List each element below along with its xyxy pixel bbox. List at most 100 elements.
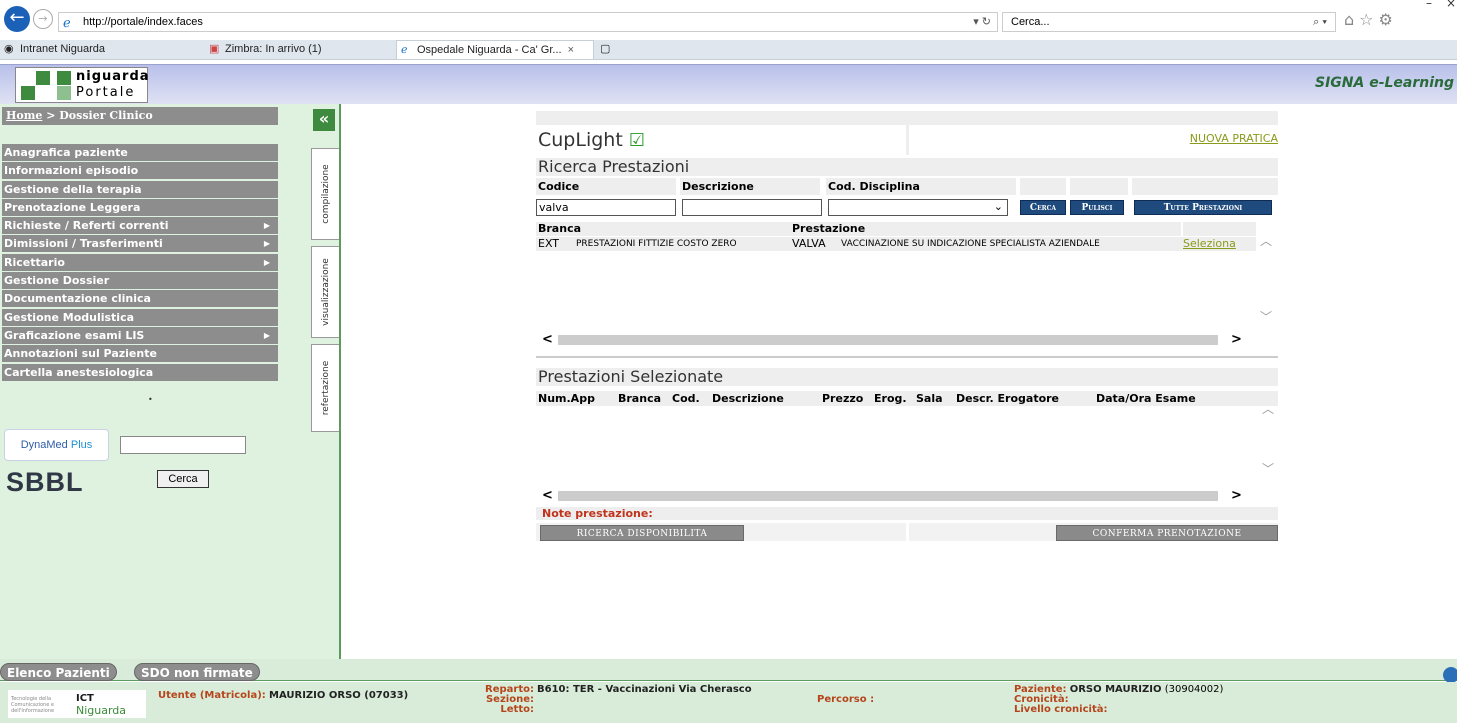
sidebar-item-ricettario[interactable]: Ricettario ▶ — [2, 253, 278, 271]
title-text: CupLight — [538, 129, 623, 151]
tab-ospedale[interactable]: ℯ Ospedale Niguarda - Ca' Gr... × — [396, 40, 594, 59]
forward-arrow-icon[interactable]: → — [33, 9, 53, 29]
search-icon[interactable]: ⌕ ▾ — [1313, 13, 1327, 31]
back-arrow-icon[interactable]: ← — [4, 6, 30, 32]
close-icon[interactable]: × — [1446, 0, 1457, 10]
tab-refertazione[interactable]: refertazione — [311, 344, 339, 432]
collapse-sidebar-icon[interactable]: « — [313, 109, 335, 131]
codice-input[interactable]: valva — [536, 199, 676, 216]
table-row: EXT PRESTAZIONI FITTIZIE COSTO ZERO VALV… — [536, 237, 1256, 251]
sidebar-menu: Anagrafica paziente Informazioni episodi… — [2, 144, 278, 382]
ricerca-disponibilita-button[interactable]: RICERCA DISPONIBILITA — [540, 525, 744, 541]
selezionate-section-title: Prestazioni Selezionate — [536, 368, 1278, 386]
dynamed-search-input[interactable] — [120, 436, 246, 454]
results-table: Branca Prestazione EXT PRESTAZIONI FITTI… — [536, 222, 1278, 348]
ie-page-icon: ℯ — [63, 15, 71, 30]
sidebar-item-anagrafica[interactable]: Anagrafica paziente — [2, 144, 278, 161]
descrizione-input[interactable] — [682, 199, 822, 216]
dynamed-logo[interactable]: DynaMed Plus — [4, 429, 109, 461]
seleziona-link[interactable]: Seleziona — [1183, 237, 1236, 251]
horizontal-scrollbar[interactable]: < > — [536, 332, 1278, 348]
refresh-icon[interactable]: ▾ ↻ — [973, 13, 991, 31]
new-tab-button[interactable]: ▢ — [596, 40, 616, 59]
elenco-pazienti-tab[interactable]: Elenco Pazienti — [0, 663, 117, 681]
scroll-up-icon[interactable]: ︿ — [1262, 400, 1278, 417]
sbbl-logo: SBBL — [6, 467, 84, 497]
sidebar-item-modulistica[interactable]: Gestione Modulistica — [2, 308, 278, 326]
scroll-right-icon[interactable]: > — [1231, 332, 1242, 347]
search-form: Codice Descrizione Cod. Disciplina valva… — [536, 178, 1278, 218]
dynamed-text: DynaMed — [20, 439, 68, 451]
tutte-prestazioni-button[interactable]: Tutte Prestazioni — [1134, 200, 1272, 215]
scroll-track[interactable] — [558, 335, 1218, 345]
logo-square — [36, 71, 50, 85]
cerca-button[interactable]: Cerca — [1020, 200, 1066, 215]
browser-search-input[interactable]: Cerca... ⌕ ▾ — [1002, 12, 1336, 32]
pulisci-button[interactable]: Pulisci — [1070, 200, 1124, 215]
gear-icon[interactable]: ⚙ — [1379, 10, 1398, 29]
livello-label: Livello cronicità: — [1014, 704, 1108, 715]
sidebar-item-prenotazione[interactable]: Prenotazione Leggera — [2, 198, 278, 216]
breadcrumb-home-link[interactable]: Home — [6, 109, 42, 122]
separator-dot: • — [148, 395, 153, 404]
favorites-star-icon[interactable]: ☆ — [1359, 10, 1378, 29]
sdo-non-firmate-tab[interactable]: SDO non firmate — [134, 663, 260, 681]
tab-label: Ospedale Niguarda - Ca' Gr... — [417, 44, 562, 56]
scroll-track[interactable] — [558, 491, 1218, 501]
col-sala: Sala — [916, 392, 943, 405]
sbbl-search-button[interactable]: Cerca — [157, 470, 209, 488]
sidebar-item-cartella[interactable]: Cartella anestesiologica — [2, 363, 278, 381]
sidebar-item-terapia[interactable]: Gestione della terapia — [2, 180, 278, 198]
sidebar-item-dimissioni[interactable]: Dimissioni / Trasferimenti ▶ — [2, 235, 278, 253]
sidebar-item-informazioni[interactable]: Informazioni episodio — [2, 162, 278, 180]
tab-intranet[interactable]: ◉ Intranet Niguarda — [0, 40, 195, 59]
header-filler — [1132, 178, 1278, 195]
signa-elearning-logo[interactable]: SIGNA e-Learning ❯ — [1315, 75, 1457, 91]
dynamed-plus-text: Plus — [70, 439, 93, 451]
menu-label: Graficazione esami LIS — [4, 328, 145, 342]
menu-label: Prenotazione Leggera — [4, 200, 141, 214]
codice-header: Codice — [536, 178, 676, 195]
prestazione-desc: VACCINAZIONE SU INDICAZIONE SPECIALISTA … — [841, 239, 1100, 249]
scroll-left-icon[interactable]: < — [542, 332, 553, 347]
minimize-icon[interactable]: – — [1426, 0, 1446, 10]
sidebar-item-richieste[interactable]: Richieste / Referti correnti ▶ — [2, 217, 278, 235]
reparto-text: B610: TER - Vaccinazioni Via Cherasco — [537, 684, 752, 695]
footer-tabs: Elenco Pazienti SDO non firmate — [0, 659, 1457, 683]
header-divider — [906, 125, 909, 155]
paziente-name: ORSO MAURIZIO — [1069, 684, 1162, 695]
home-icon[interactable]: ⌂ — [1344, 10, 1359, 29]
disciplina-select[interactable]: ⌄ — [828, 199, 1008, 216]
tab-zimbra[interactable]: ▣ Zimbra: In arrivo (1) — [205, 40, 395, 59]
conferma-prenotazione-button[interactable]: CONFERMA PRENOTAZIONE — [1056, 525, 1278, 541]
browser-toolbar: ← → ℯ http://portale/index.faces ▾ ↻ Cer… — [0, 0, 1457, 40]
cuplight-header: CupLight ☑ NUOVA PRATICA — [536, 125, 1278, 155]
portal-banner: niguarda Portale SIGNA e-Learning ❯ — [0, 64, 1457, 104]
logo-square — [57, 71, 71, 85]
tab-compilazione[interactable]: compilazione — [311, 148, 339, 240]
close-tab-icon[interactable]: × — [568, 44, 574, 56]
help-icon[interactable] — [1443, 667, 1457, 683]
scroll-right-icon[interactable]: > — [1231, 488, 1242, 503]
scroll-down-icon[interactable]: ﹀ — [1260, 308, 1276, 325]
sidebar-item-documentazione[interactable]: Documentazione clinica — [2, 290, 278, 308]
tab-visualizzazione[interactable]: visualizzazione — [311, 246, 339, 338]
reparto-labels: Reparto: Sezione: Letto: — [484, 685, 534, 715]
niguarda-logo: niguarda Portale — [15, 67, 149, 103]
percorso-label: Percorso : — [817, 694, 875, 705]
nuova-pratica-link[interactable]: NUOVA PRATICA — [1190, 132, 1278, 145]
header-filler — [1020, 178, 1066, 195]
sidebar-item-graficazione[interactable]: Graficazione esami LIS ▶ — [2, 326, 278, 344]
sidebar-item-annotazioni[interactable]: Annotazioni sul Paziente — [2, 345, 278, 363]
address-bar[interactable]: ℯ http://portale/index.faces ▾ ↻ — [58, 12, 998, 32]
reparto-value: B610: TER - Vaccinazioni Via Cherasco — [537, 685, 752, 695]
vtab-label: visualizzazione — [320, 258, 331, 326]
menu-label: Informazioni episodio — [4, 164, 139, 178]
scroll-down-icon[interactable]: ﹀ — [1262, 460, 1278, 477]
col-descr-erogatore: Descr. Erogatore — [956, 392, 1060, 405]
horizontal-scrollbar[interactable]: < > — [536, 488, 1278, 504]
scroll-left-icon[interactable]: < — [542, 488, 553, 503]
scroll-up-icon[interactable]: ︿ — [1260, 232, 1276, 249]
signa-text: SIGNA e-Learning — [1315, 75, 1455, 91]
sidebar-item-gestione-dossier[interactable]: Gestione Dossier — [2, 272, 278, 290]
